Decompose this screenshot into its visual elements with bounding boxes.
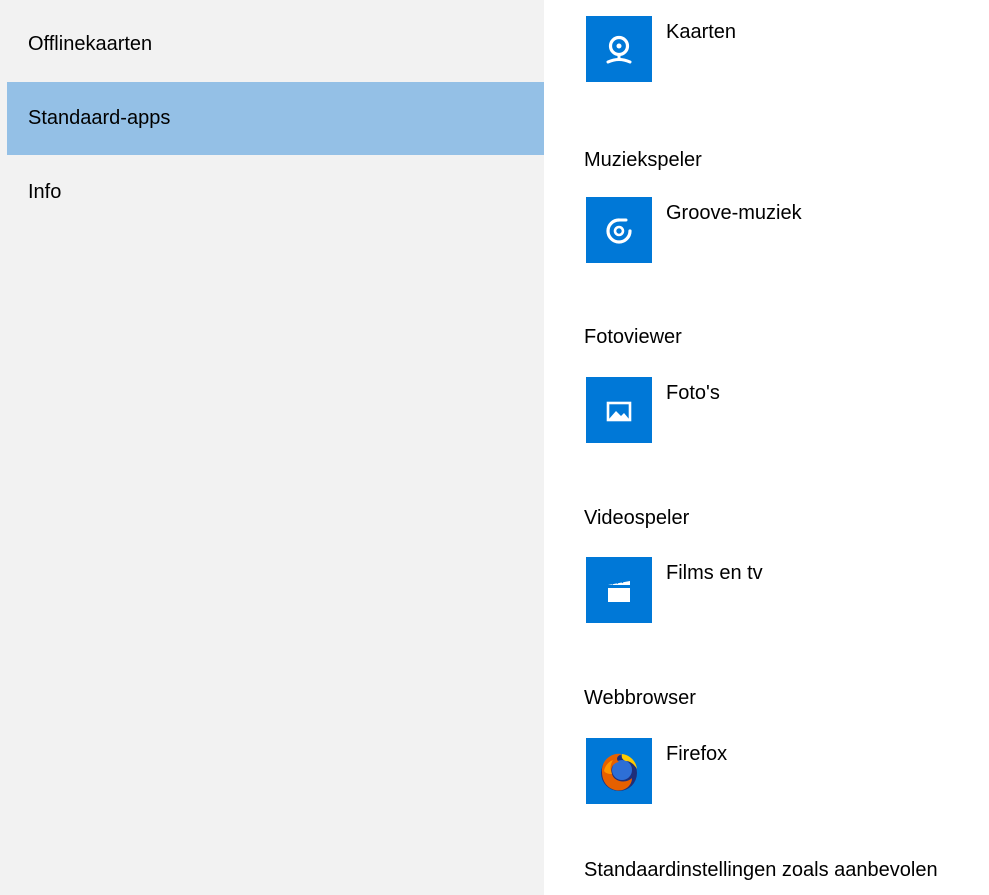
app-name: Firefox <box>666 743 728 765</box>
app-name: Kaarten <box>666 21 737 43</box>
sidebar-nav: Offlinekaarten Standaard-apps Info <box>0 0 544 895</box>
app-name: Groove-muziek <box>666 202 802 224</box>
groove-music-icon <box>586 197 652 263</box>
sidebar-item-label: Info <box>28 181 62 203</box>
firefox-icon <box>586 738 652 804</box>
sidebar-item-default-apps[interactable]: Standaard-apps <box>7 82 544 155</box>
category-photo-viewer: Fotoviewer <box>584 326 682 348</box>
browser-app-button[interactable]: Firefox <box>586 738 976 804</box>
settings-window: Offlinekaarten Standaard-apps Info Kaart… <box>0 0 989 895</box>
category-web-browser: Webbrowser <box>584 687 696 709</box>
video-app-button[interactable]: Films en tv <box>586 557 976 623</box>
maps-icon <box>586 16 652 82</box>
photos-app-button[interactable]: Foto's <box>586 377 976 443</box>
category-music-player: Muziekspeler <box>584 149 702 171</box>
category-video-player: Videospeler <box>584 507 690 529</box>
sidebar-item-label: Standaard-apps <box>28 107 171 129</box>
films-tv-icon <box>586 557 652 623</box>
sidebar-item-offline-maps[interactable]: Offlinekaarten <box>7 8 544 81</box>
default-apps-panel: Kaarten Muziekspeler Groove-muziek Fotov… <box>544 0 989 895</box>
music-app-button[interactable]: Groove-muziek <box>586 197 976 263</box>
app-name: Foto's <box>666 382 720 404</box>
sidebar-item-info[interactable]: Info <box>7 156 544 229</box>
reset-defaults-label: Standaardinstellingen zoals aanbevolen <box>584 859 938 881</box>
sidebar-item-label: Offlinekaarten <box>28 33 153 55</box>
app-name: Films en tv <box>666 562 763 584</box>
photos-icon <box>586 377 652 443</box>
maps-app-button[interactable]: Kaarten <box>586 16 976 82</box>
